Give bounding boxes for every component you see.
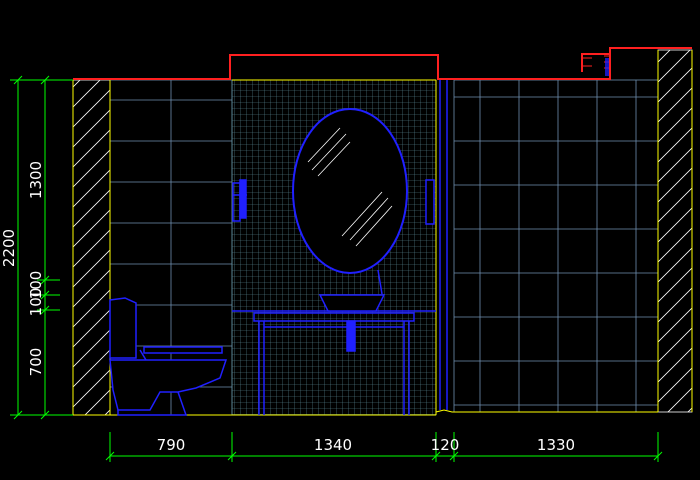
right-wall-hatch bbox=[657, 49, 693, 413]
ceiling-fixture-marks bbox=[605, 58, 609, 76]
right-tile-grid bbox=[453, 79, 659, 413]
dim-120: 120 bbox=[431, 436, 460, 454]
toilet bbox=[109, 297, 228, 416]
dim-1340: 1340 bbox=[314, 436, 352, 454]
bathroom-elevation-drawing: 790 1340 120 1330 2200 1300 100 100 700 bbox=[0, 47, 693, 462]
left-wall-hatch bbox=[72, 79, 111, 416]
horizontal-dimension-lines bbox=[105, 432, 663, 462]
glass-partition bbox=[439, 80, 448, 410]
dim-700: 700 bbox=[27, 348, 45, 377]
right-wall-sconce bbox=[425, 179, 435, 225]
oval-mirror bbox=[292, 108, 408, 274]
ceiling-line bbox=[73, 47, 692, 80]
dim-100-lower: 100 bbox=[27, 288, 45, 317]
dim-1300: 1300 bbox=[27, 161, 45, 199]
dim-1330: 1330 bbox=[537, 436, 575, 454]
dim-2200: 2200 bbox=[0, 229, 18, 267]
dim-790: 790 bbox=[157, 436, 186, 454]
